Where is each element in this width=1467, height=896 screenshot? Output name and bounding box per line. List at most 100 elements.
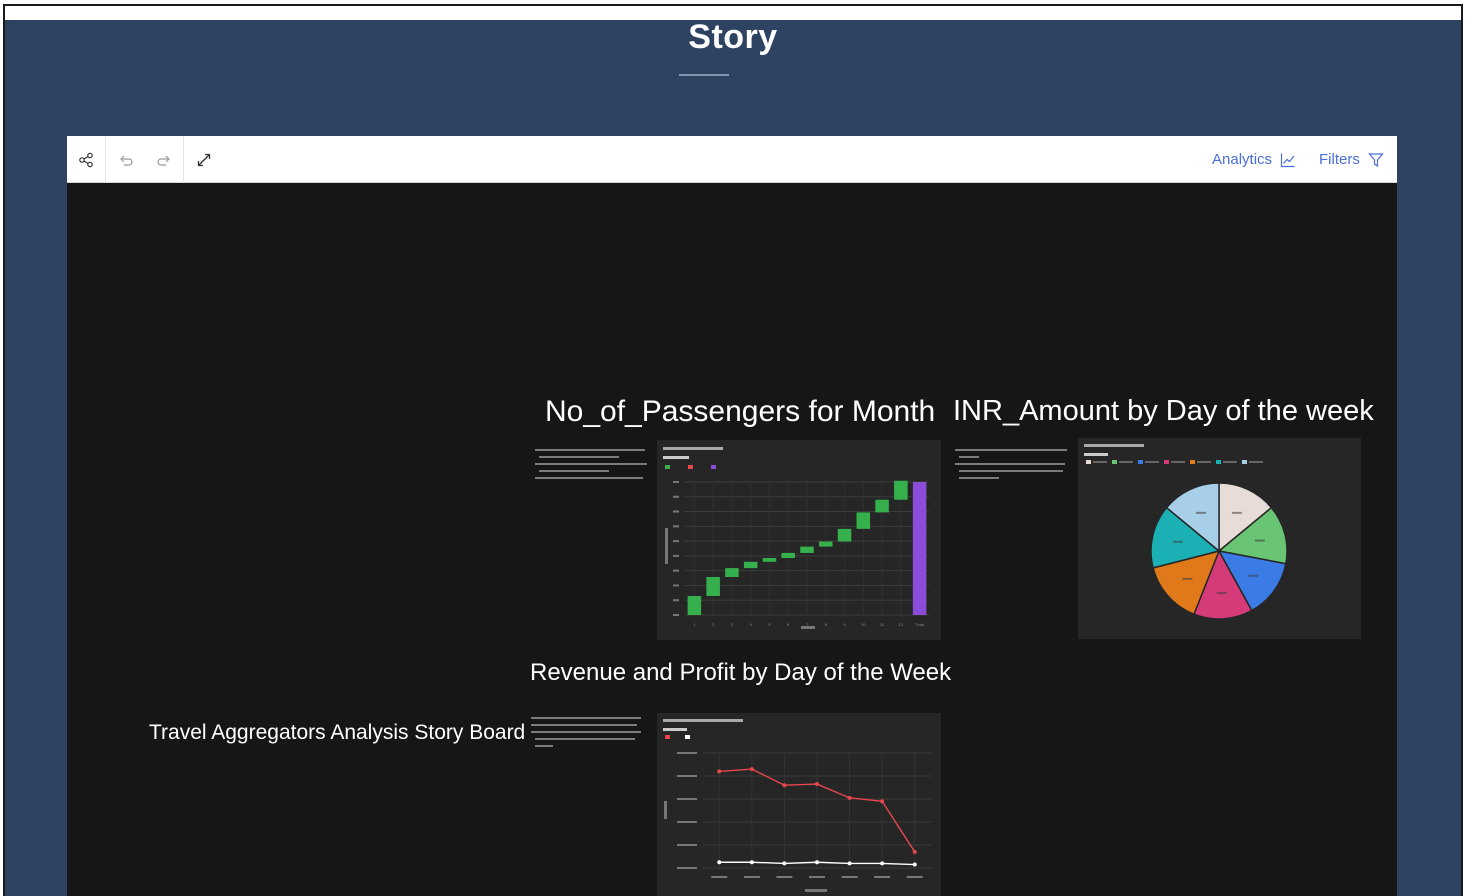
inr-pie-chart xyxy=(1084,444,1288,620)
series-point xyxy=(749,767,754,772)
series-point xyxy=(847,795,852,800)
legend-swatch xyxy=(1138,460,1143,464)
series-point xyxy=(880,799,885,804)
series-point xyxy=(717,860,722,865)
y-tick-label xyxy=(673,481,679,483)
analytics-chart-icon xyxy=(1280,153,1295,167)
series-point xyxy=(782,861,787,866)
analytics-button[interactable]: Analytics xyxy=(1212,136,1296,183)
series-point xyxy=(717,769,722,774)
legend-swatch xyxy=(688,465,693,469)
chart-heading-passengers: No_of_Passengers for Month xyxy=(545,395,936,428)
x-tick-label: Total xyxy=(915,622,924,627)
series-point xyxy=(847,861,852,866)
series-point xyxy=(815,782,819,787)
legend-swatch xyxy=(1112,460,1117,464)
passengers-waterfall-chart: 1 2 3 4 5 6 7 8 9 10 11 12 Total xyxy=(663,447,929,629)
story-panel: Analytics Filters Travel Aggregators Ana… xyxy=(67,136,1397,896)
y-tick-label xyxy=(673,540,679,543)
filters-button[interactable]: Filters xyxy=(1319,136,1384,183)
y-tick-label xyxy=(677,821,697,823)
note-line xyxy=(531,724,637,726)
inr-pie-card[interactable] xyxy=(1078,438,1361,639)
inr-notes xyxy=(955,445,1075,485)
series-point xyxy=(912,849,917,854)
chart-mini-title xyxy=(1084,444,1144,447)
filter-icon xyxy=(1368,152,1384,167)
note-line xyxy=(959,470,1063,472)
legend-title xyxy=(663,456,689,459)
legend-swatch xyxy=(665,465,670,469)
chart-mini-title xyxy=(663,447,723,450)
legend-swatch xyxy=(1242,460,1247,464)
legend-title xyxy=(1084,453,1108,456)
waterfall-bar xyxy=(743,561,758,569)
note-line xyxy=(959,456,979,458)
legend-title xyxy=(663,728,687,731)
slice-label xyxy=(1196,511,1207,514)
chart-heading-inr-amount: INR_Amount by Day of the week xyxy=(953,395,1374,427)
series-point xyxy=(749,860,754,865)
legend-swatch xyxy=(665,735,670,739)
waterfall-bar xyxy=(819,541,833,547)
story-page-frame: Story Analytics Filters Travel Aggregato… xyxy=(3,4,1463,896)
slice-label xyxy=(1172,540,1183,543)
legend-swatch xyxy=(711,465,716,469)
waterfall-bar xyxy=(856,512,871,529)
note-line xyxy=(535,477,643,479)
revenue-profit-card[interactable] xyxy=(657,713,941,896)
legend-swatch xyxy=(685,735,690,739)
y-tick-label xyxy=(677,775,697,777)
x-tick-label xyxy=(841,876,858,878)
x-tick-label xyxy=(809,876,825,878)
x-tick-label xyxy=(776,876,793,878)
expand-icon xyxy=(197,153,211,166)
waterfall-bar xyxy=(912,482,927,615)
title-underline xyxy=(679,74,729,76)
x-tick-label: 11 xyxy=(880,622,885,627)
series-point xyxy=(880,861,885,866)
x-tick-label: 12 xyxy=(899,622,904,627)
x-tick-label: 5 xyxy=(768,622,771,627)
legend-label xyxy=(1119,461,1133,463)
x-tick-label xyxy=(711,876,728,878)
series-point xyxy=(912,862,917,867)
note-line xyxy=(535,449,645,451)
legend-label xyxy=(1093,461,1107,463)
share-icon xyxy=(79,152,93,167)
note-line xyxy=(959,477,999,479)
story-content: Travel Aggregators Analysis Story Board … xyxy=(67,183,1397,896)
waterfall-bar xyxy=(687,596,702,615)
x-axis-label xyxy=(805,889,827,892)
page-title: Story xyxy=(688,18,778,56)
note-line xyxy=(531,717,641,719)
x-axis-label xyxy=(801,626,815,629)
y-tick-label xyxy=(673,495,679,498)
y-tick-label xyxy=(673,569,679,572)
x-tick-label: 9 xyxy=(843,622,846,627)
slice-label xyxy=(1216,592,1227,595)
waterfall-bar xyxy=(875,499,889,513)
y-tick-label xyxy=(677,798,697,800)
undo-button[interactable] xyxy=(107,136,145,183)
passengers-chart-card[interactable]: 1 2 3 4 5 6 7 8 9 10 11 12 Total xyxy=(657,440,941,640)
y-tick-label xyxy=(673,599,679,602)
chart-mini-title xyxy=(663,719,743,722)
note-line xyxy=(535,463,647,465)
note-line xyxy=(535,738,635,740)
legend-label xyxy=(1171,461,1185,463)
y-tick-label xyxy=(673,584,679,587)
legend-swatch xyxy=(1216,460,1221,464)
y-tick-label xyxy=(677,752,697,754)
story-toolbar: Analytics Filters xyxy=(67,136,1397,183)
waterfall-bar xyxy=(725,568,739,577)
legend-label xyxy=(1249,461,1263,463)
legend-swatch xyxy=(1086,460,1091,464)
share-button[interactable] xyxy=(67,136,105,183)
toolbar-divider xyxy=(183,136,184,183)
redo-button[interactable] xyxy=(145,136,183,183)
waterfall-bar xyxy=(781,552,795,558)
expand-button[interactable] xyxy=(185,136,223,183)
revenue-profit-line-chart xyxy=(663,719,931,892)
toolbar-divider xyxy=(105,136,106,183)
